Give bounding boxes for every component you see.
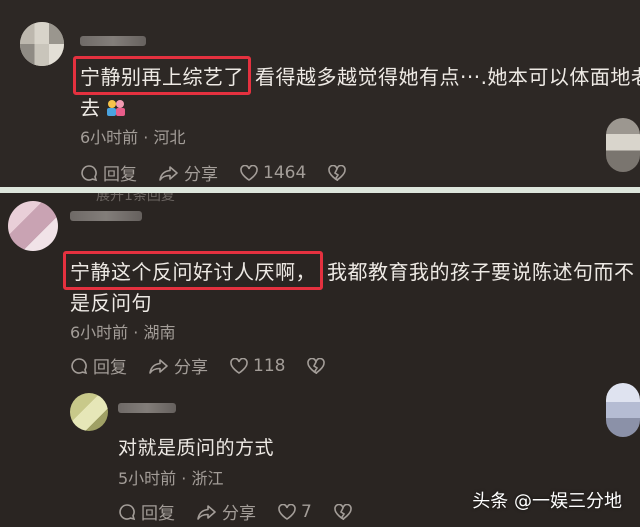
side-avatar[interactable]	[606, 383, 640, 437]
broken-heart-icon	[328, 164, 347, 181]
comment-text: 我都教育我的孩子要说陈述句而不	[327, 260, 635, 284]
reply-username-blurred[interactable]	[118, 403, 176, 413]
share-icon	[197, 504, 216, 520]
share-label: 分享	[184, 165, 218, 185]
share-label: 分享	[174, 358, 208, 378]
username-blurred[interactable]	[70, 211, 142, 221]
couple-emoji-icon	[106, 100, 125, 116]
reply-button[interactable]: 回复	[80, 160, 137, 185]
share-icon	[149, 358, 168, 374]
comment-text-line2: 是反问句	[70, 287, 152, 316]
comment-text-line1: 宁静这个反问好讨人厌啊， 我都教育我的孩子要说陈述句而不	[63, 251, 635, 290]
reply-label: 回复	[141, 504, 175, 524]
share-button[interactable]: 分享	[197, 499, 256, 524]
like-count: 7	[301, 501, 312, 522]
reply-label: 回复	[93, 358, 127, 378]
share-button[interactable]: 分享	[149, 353, 208, 378]
dislike-button[interactable]	[307, 357, 330, 374]
comment-text: 看得越多越觉得她有点···.她本可以体面地老	[255, 65, 640, 89]
comment-actions: 回复 分享 1464	[80, 160, 373, 185]
like-button[interactable]: 118	[230, 356, 285, 376]
comment-actions: 回复 分享 118	[70, 353, 352, 378]
heart-icon	[278, 503, 296, 520]
watermark: 头条 @一娱三分地	[472, 491, 622, 512]
broken-heart-icon	[307, 357, 326, 374]
heart-icon	[240, 164, 258, 181]
comment-text: 去	[80, 96, 101, 120]
comment-panel-bottom: 展开1条回复 宁静这个反问好讨人厌啊， 我都教育我的孩子要说陈述句而不 是反问句 …	[0, 193, 640, 527]
comment-meta: 6小时前 · 河北	[80, 128, 186, 147]
highlighted-text: 宁静别再上综艺了	[80, 65, 244, 89]
heart-icon	[230, 357, 248, 374]
reply-avatar[interactable]	[70, 393, 108, 431]
like-button[interactable]: 7	[278, 502, 312, 522]
comment-text-line1: 宁静别再上综艺了 看得越多越觉得她有点···.她本可以体面地老	[73, 56, 640, 95]
highlighted-text: 宁静这个反问好讨人厌啊，	[70, 260, 316, 284]
share-label: 分享	[222, 504, 256, 524]
reply-actions: 回复 分享 7	[118, 499, 379, 524]
username-blurred[interactable]	[80, 36, 146, 46]
reply-button[interactable]: 回复	[118, 499, 175, 524]
share-button[interactable]: 分享	[159, 160, 218, 185]
like-count: 1464	[263, 162, 307, 183]
broken-heart-icon	[334, 503, 352, 520]
reply-icon	[71, 357, 88, 374]
highlight-box: 宁静这个反问好讨人厌啊，	[63, 251, 323, 290]
reply-text: 对就是质问的方式	[118, 437, 275, 459]
dislike-button[interactable]	[334, 503, 357, 520]
reply-button[interactable]: 回复	[70, 353, 127, 378]
reply-meta: 5小时前 · 浙江	[118, 469, 224, 488]
comment-meta: 6小时前 · 湖南	[70, 323, 176, 342]
comment-panel-top: 宁静别再上综艺了 看得越多越觉得她有点···.她本可以体面地老 去 6小时前 · …	[0, 0, 640, 187]
comment-text-line2: 去	[80, 92, 127, 121]
expand-replies[interactable]: 展开1条回复	[96, 193, 175, 205]
reply-icon	[81, 164, 98, 181]
reply-icon	[119, 503, 136, 520]
side-avatar[interactable]	[606, 118, 640, 172]
avatar[interactable]	[8, 201, 58, 251]
comment-text: 是反问句	[70, 291, 152, 315]
reply-label: 回复	[103, 165, 137, 185]
share-icon	[159, 165, 178, 181]
like-button[interactable]: 1464	[240, 163, 306, 183]
dislike-button[interactable]	[328, 164, 351, 181]
like-count: 118	[253, 355, 286, 376]
avatar[interactable]	[20, 22, 64, 66]
highlight-box: 宁静别再上综艺了	[73, 56, 251, 95]
